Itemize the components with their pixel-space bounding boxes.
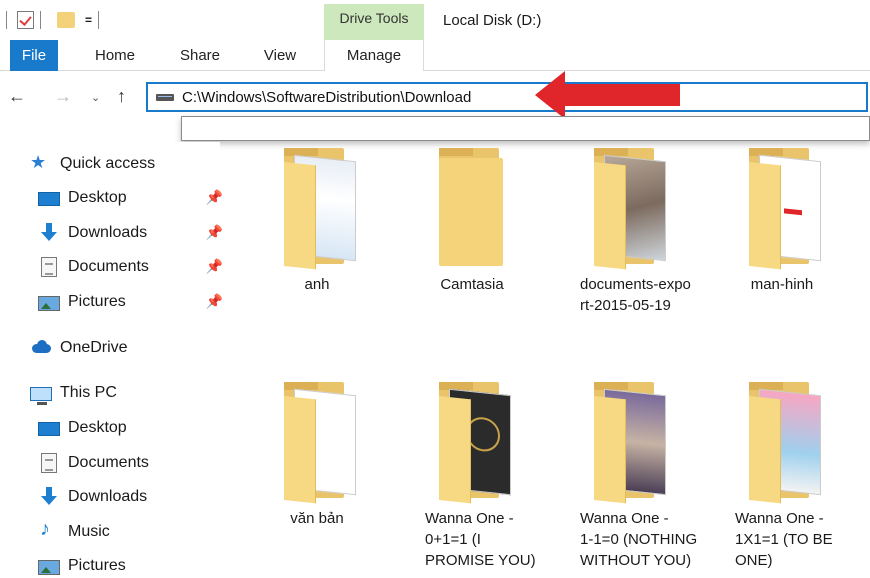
folder-label: man-hinh xyxy=(750,276,814,293)
folder-item[interactable]: Wanna One - 1X1=1 (TO BE ONE) xyxy=(707,376,857,576)
sidebar-item-label: Pictures xyxy=(68,557,126,574)
arrow-shape xyxy=(535,71,680,119)
pictures-icon xyxy=(38,295,60,311)
back-arrow-icon[interactable]: ← xyxy=(8,86,26,107)
folder-label: documents-expo rt-2015-05-19 xyxy=(580,276,691,314)
sidebar-item-label: Documents xyxy=(68,454,149,471)
folder-icon xyxy=(594,382,670,504)
sidebar-item-pc-desktop[interactable]: Desktop xyxy=(38,416,223,440)
folder-view: anh Camtasia documents-expo rt-2015-05-1… xyxy=(222,142,870,578)
folder-label: Wanna One - 0+1=1 (I PROMISE YOU) xyxy=(425,510,536,569)
sidebar-item-label: Music xyxy=(68,523,110,540)
music-note-icon xyxy=(38,518,60,542)
sidebar-item-label: Downloads xyxy=(68,224,148,241)
folder-item[interactable]: man-hinh xyxy=(707,142,857,342)
sidebar-item-label: Desktop xyxy=(68,189,127,206)
navigation-bar: ← → ⌄ ↑ C:\Windows\SoftwareDistribution\… xyxy=(0,72,870,118)
sidebar-item-label: OneDrive xyxy=(60,339,128,356)
desktop-icon xyxy=(38,192,60,206)
qat-customize-dropdown[interactable]: = xyxy=(85,13,92,27)
sidebar-item-label: Quick access xyxy=(60,155,156,172)
address-autocomplete-dropdown[interactable] xyxy=(181,116,870,141)
download-icon xyxy=(38,223,60,243)
folder-icon xyxy=(749,382,825,504)
qat-separator xyxy=(98,11,100,29)
sidebar-item-label: Documents xyxy=(68,258,149,275)
folder-label: Camtasia xyxy=(440,276,504,293)
sidebar-item-label: Pictures xyxy=(68,293,126,310)
sidebar-item-pc-downloads[interactable]: Downloads xyxy=(38,485,223,509)
pin-icon[interactable]: 📌 xyxy=(206,293,223,310)
sidebar-item-label: Desktop xyxy=(68,419,127,436)
navigation-pane: Quick access Desktop 📌 Downloads 📌 Docum… xyxy=(0,142,223,578)
document-icon xyxy=(41,453,57,473)
pin-icon[interactable]: 📌 xyxy=(206,189,223,206)
folder-item[interactable]: Wanna One - 1-1=0 (NOTHING WITHOUT YOU) xyxy=(552,376,702,576)
sidebar-item-pc-music[interactable]: Music xyxy=(38,518,223,544)
pin-icon[interactable]: 📌 xyxy=(206,224,223,241)
sidebar-item-pc-documents[interactable]: Documents xyxy=(38,451,223,475)
folder-item[interactable]: anh xyxy=(242,142,392,342)
sidebar-item-label: This PC xyxy=(60,384,117,401)
qat-separator xyxy=(6,11,7,29)
new-folder-icon[interactable] xyxy=(57,12,75,28)
tab-home[interactable]: Home xyxy=(80,40,150,71)
folder-item[interactable]: Wanna One - 0+1=1 (I PROMISE YOU) xyxy=(397,376,547,576)
tab-share[interactable]: Share xyxy=(167,40,233,71)
folder-icon xyxy=(594,148,670,270)
recent-locations-chevron-icon[interactable]: ⌄ xyxy=(91,91,100,104)
folder-icon xyxy=(439,148,515,266)
title-bar: = Drive Tools Local Disk (D:) xyxy=(0,0,870,40)
folder-item[interactable]: văn bản xyxy=(242,376,392,576)
properties-icon[interactable] xyxy=(17,11,34,29)
download-icon xyxy=(38,487,60,507)
sidebar-item-qa-downloads[interactable]: Downloads 📌 xyxy=(38,221,223,245)
ribbon-tabs: File Home Share View Manage xyxy=(0,40,870,71)
sidebar-item-pc-pictures[interactable]: Pictures xyxy=(38,554,223,578)
sidebar-item-qa-desktop[interactable]: Desktop 📌 xyxy=(38,186,223,210)
sidebar-item-onedrive[interactable]: OneDrive xyxy=(30,336,215,360)
window-title: Local Disk (D:) xyxy=(443,12,542,29)
folder-icon xyxy=(284,148,360,270)
address-input[interactable]: C:\Windows\SoftwareDistribution\Download xyxy=(182,89,471,106)
folder-item[interactable]: documents-expo rt-2015-05-19 xyxy=(552,142,702,342)
up-arrow-icon[interactable]: ↑ xyxy=(117,86,126,107)
folder-icon xyxy=(439,382,515,504)
address-bar[interactable]: C:\Windows\SoftwareDistribution\Download xyxy=(146,82,868,112)
sidebar-item-qa-documents[interactable]: Documents 📌 xyxy=(38,255,223,279)
desktop-icon xyxy=(38,422,60,436)
sidebar-item-this-pc[interactable]: This PC xyxy=(30,381,215,405)
cloud-icon xyxy=(30,338,52,358)
tab-manage[interactable]: Manage xyxy=(324,40,424,71)
quick-access-toolbar: = xyxy=(0,8,105,32)
sidebar-item-qa-pictures[interactable]: Pictures 📌 xyxy=(38,290,223,314)
folder-label: văn bản xyxy=(290,510,344,527)
sidebar-item-quick-access[interactable]: Quick access xyxy=(30,152,215,176)
folder-item[interactable]: Camtasia xyxy=(397,142,547,342)
folder-label: anh xyxy=(304,276,330,293)
forward-arrow-icon[interactable]: → xyxy=(54,86,72,107)
folder-label: Wanna One - 1-1=0 (NOTHING WITHOUT YOU) xyxy=(580,510,698,569)
qat-separator xyxy=(40,11,41,29)
tab-view[interactable]: View xyxy=(250,40,310,71)
drive-icon xyxy=(156,94,174,101)
sidebar-item-label: Downloads xyxy=(68,488,148,505)
folder-label: Wanna One - 1X1=1 (TO BE ONE) xyxy=(735,510,833,569)
tab-file[interactable]: File xyxy=(10,40,58,71)
folder-icon xyxy=(284,382,360,504)
document-icon xyxy=(41,257,57,277)
pictures-icon xyxy=(38,559,60,575)
pin-icon[interactable]: 📌 xyxy=(206,258,223,275)
drive-tools-context-tab: Drive Tools xyxy=(324,4,424,40)
folder-icon xyxy=(749,148,825,270)
red-annotation-arrow xyxy=(535,71,680,119)
star-icon xyxy=(30,152,52,174)
computer-icon xyxy=(30,386,52,405)
